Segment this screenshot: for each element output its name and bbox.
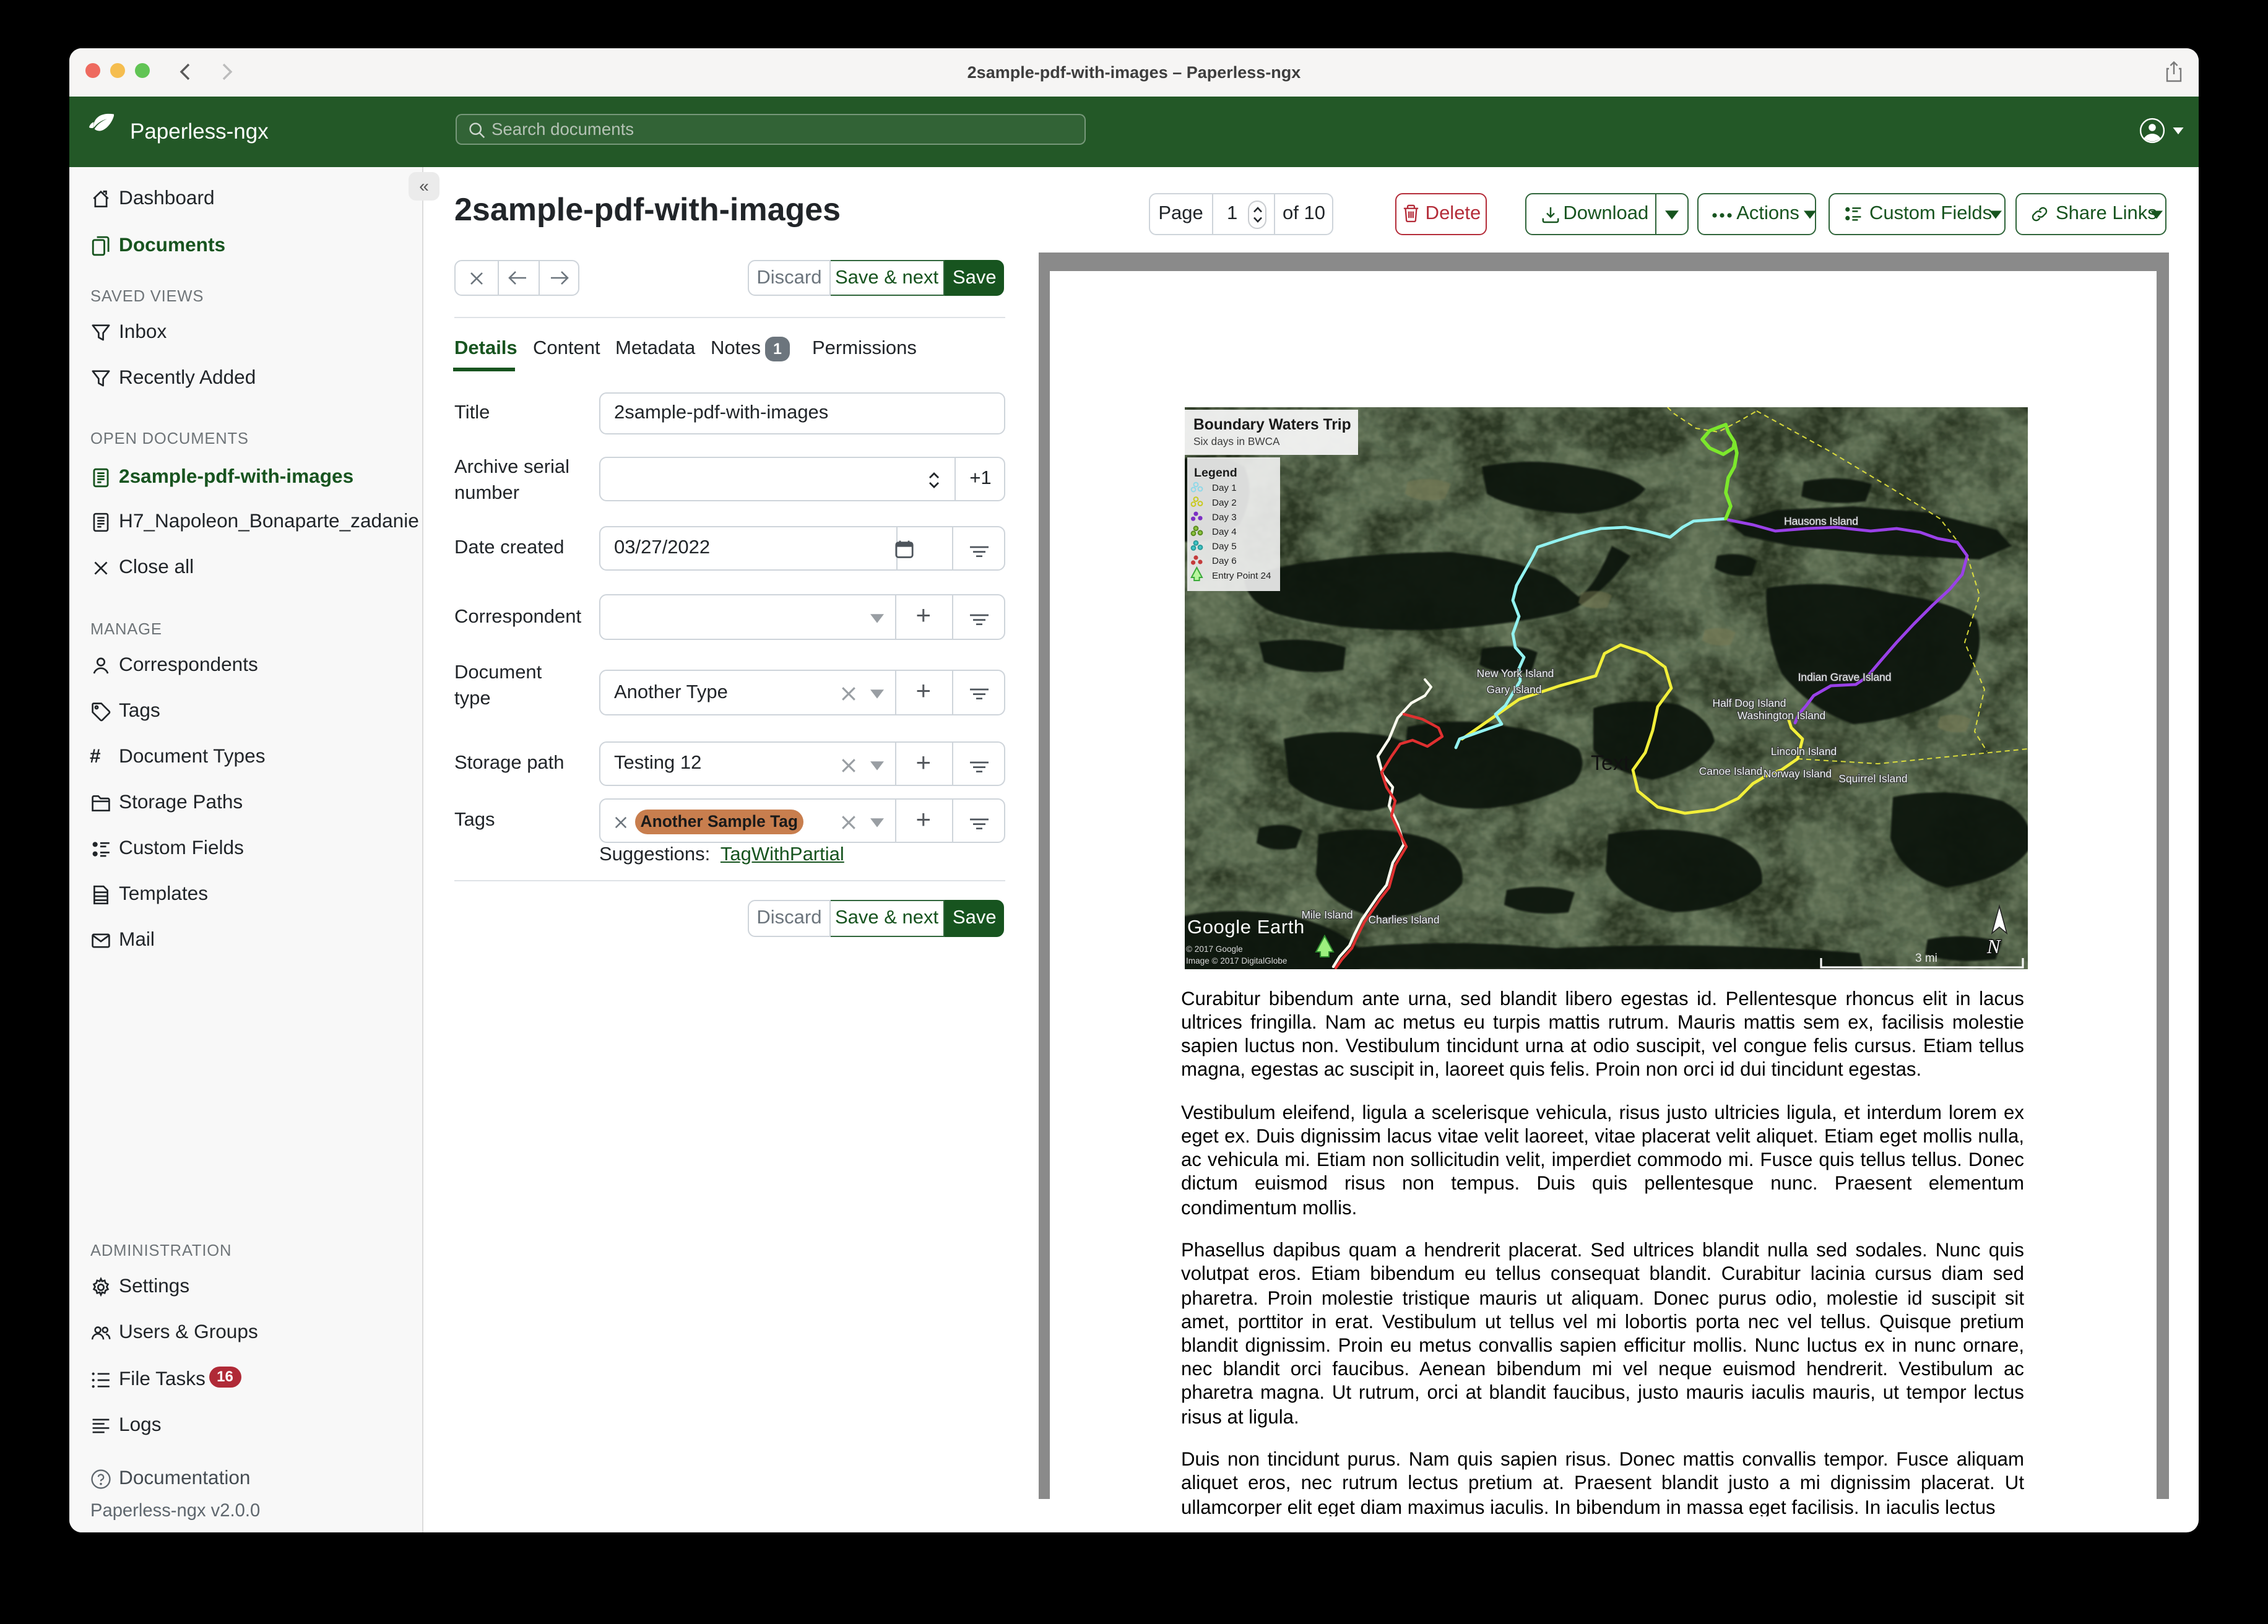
svg-text:Charlies Island: Charlies Island <box>1367 914 1439 926</box>
svg-text:Day 2: Day 2 <box>1211 498 1236 508</box>
svg-text:Day 4: Day 4 <box>1211 527 1236 537</box>
svg-text:Mile Island: Mile Island <box>1301 909 1352 921</box>
svg-text:3 mi: 3 mi <box>1915 952 1937 965</box>
svg-text:Lincoln Island: Lincoln Island <box>1770 745 1836 758</box>
svg-text:Text: Text <box>1590 751 1629 775</box>
svg-text:Legend: Legend <box>1193 466 1237 480</box>
svg-text:Entry Point 24: Entry Point 24 <box>1211 571 1270 581</box>
svg-text:Norway Island: Norway Island <box>1763 767 1831 780</box>
svg-text:Google Earth: Google Earth <box>1187 916 1304 938</box>
svg-text:Boundary Waters Trip: Boundary Waters Trip <box>1193 417 1351 433</box>
svg-text:Gary Island: Gary Island <box>1486 683 1541 696</box>
svg-text:Half Dog Island: Half Dog Island <box>1712 697 1786 709</box>
svg-text:© 2017 Google: © 2017 Google <box>1185 944 1242 954</box>
svg-text:N: N <box>1986 935 2001 957</box>
svg-text:Indian Grave Island: Indian Grave Island <box>1798 671 1891 683</box>
svg-text:Day 1: Day 1 <box>1211 483 1236 493</box>
svg-text:Washington Island: Washington Island <box>1737 709 1825 722</box>
svg-text:Day 5: Day 5 <box>1211 542 1236 552</box>
svg-text:New York Island: New York Island <box>1476 667 1554 680</box>
svg-text:Image © 2017 DigitalGlobe: Image © 2017 DigitalGlobe <box>1185 956 1286 965</box>
svg-text:Hausons Island: Hausons Island <box>1783 515 1858 527</box>
svg-text:Squirrel Island: Squirrel Island <box>1838 772 1907 785</box>
svg-text:Day 3: Day 3 <box>1211 512 1236 522</box>
svg-text:Day 6: Day 6 <box>1211 556 1236 566</box>
svg-text:Canoe Island: Canoe Island <box>1699 765 1762 777</box>
svg-text:Six days in BWCA: Six days in BWCA <box>1193 435 1279 447</box>
